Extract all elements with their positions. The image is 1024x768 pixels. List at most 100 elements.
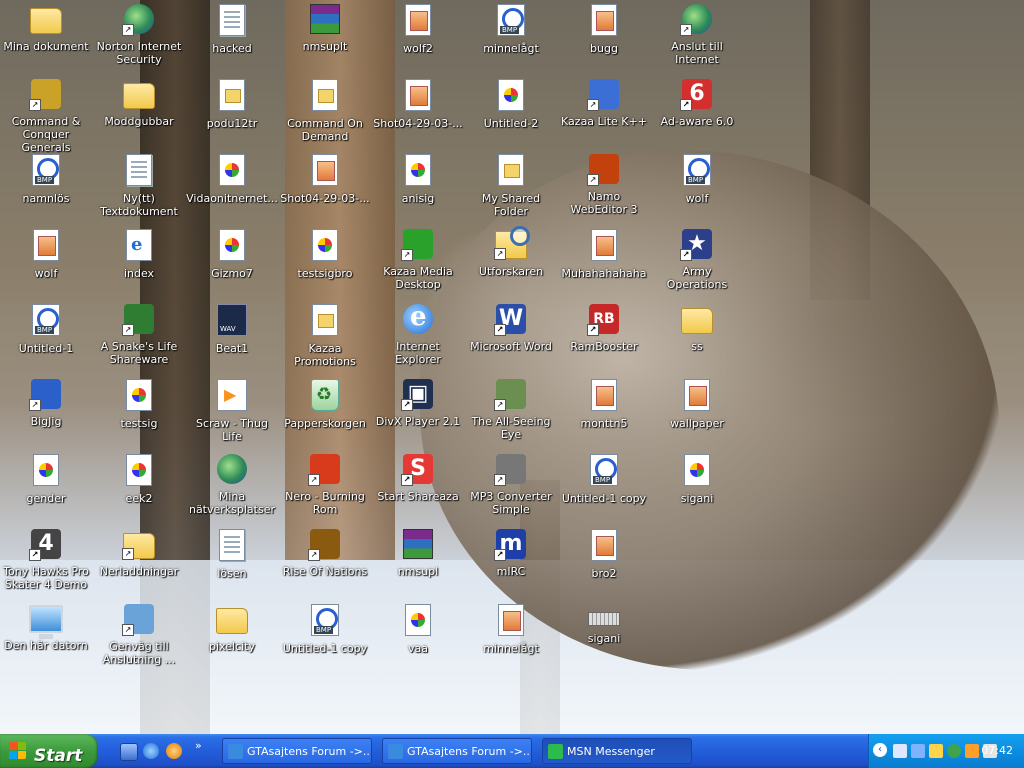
desktop-icon[interactable]: 4 ↗ Tony Hawks Pro Skater 4 Demo	[0, 527, 92, 599]
desktop-icon[interactable]: Vidaonitnernet...	[186, 152, 278, 224]
jpg-image-icon	[405, 79, 431, 111]
desktop-icon[interactable]: wolf	[651, 152, 743, 224]
quick-launch-chevron-icon[interactable]: »	[195, 739, 202, 752]
desktop-icon[interactable]: Papperskorgen	[279, 377, 371, 449]
desktop-icon[interactable]: monttn5	[558, 377, 650, 449]
desktop-icon[interactable]: Den här datorn	[0, 602, 92, 674]
desktop-icon[interactable]: ↗ Kazaa Lite K++	[558, 77, 650, 149]
desktop-icon[interactable]: Untitled-2	[465, 77, 557, 149]
taskbar-button[interactable]: GTAsajtens Forum ->...	[222, 738, 372, 764]
desktop-icon[interactable]: Ny(tt) Textdokument	[93, 152, 185, 224]
shortcut-arrow-icon: ↗	[587, 324, 599, 336]
desktop-icon[interactable]: podu12tr	[186, 77, 278, 149]
desktop-icon[interactable]: wolf	[0, 227, 92, 299]
desktop-icon[interactable]: bro2	[558, 527, 650, 599]
desktop-icon[interactable]: namnlös	[0, 152, 92, 224]
desktop-icon[interactable]: bugg	[558, 2, 650, 74]
shortcut-arrow-icon: ↗	[494, 248, 506, 260]
clock[interactable]: 07:42	[981, 744, 1013, 757]
desktop-icon[interactable]: testsig	[93, 377, 185, 449]
desktop-icon[interactable]: nmsupl	[372, 527, 464, 599]
desktop-icon[interactable]: Moddgubbar	[93, 77, 185, 149]
desktop-icon[interactable]: ↗ A Snake's Life Shareware	[93, 302, 185, 374]
bmp-file-icon	[497, 4, 525, 36]
desktop-icon[interactable]: Kazaa Promotions	[279, 302, 371, 374]
desktop-icon[interactable]: RB ↗ RamBooster	[558, 302, 650, 374]
divx-player-icon: ▣ ↗	[401, 379, 433, 411]
desktop-icon[interactable]: lösen	[186, 527, 278, 599]
desktop-icon[interactable]: 6 ↗ Ad-aware 6.0	[651, 77, 743, 149]
desktop-icon[interactable]: Command On Demand	[279, 77, 371, 149]
desktop-icon[interactable]: wolf2	[372, 2, 464, 74]
start-button[interactable]: Start	[0, 734, 98, 768]
desktop-icon[interactable]: Untitled-1	[0, 302, 92, 374]
desktop-icon[interactable]: ↗ MP3 Converter Simple	[465, 452, 557, 524]
volume-icon[interactable]	[893, 744, 907, 758]
desktop-icon[interactable]: testsigbro	[279, 227, 371, 299]
desktop-icon[interactable]: sigani	[651, 452, 743, 524]
shortcut-arrow-icon: ↗	[680, 249, 692, 261]
desktop-icon[interactable]: Internet Explorer	[372, 302, 464, 374]
desktop-icon[interactable]: Untitled-1 copy	[558, 452, 650, 524]
show-desktop-icon[interactable]	[120, 743, 138, 761]
windows-media-icon[interactable]	[166, 743, 182, 759]
taskbar-button[interactable]: MSN Messenger	[542, 738, 692, 764]
desktop-icon[interactable]: m ↗ mIRC	[465, 527, 557, 599]
desktop-icon-label: ss	[691, 340, 703, 353]
messenger-icon[interactable]	[929, 744, 943, 758]
desktop-icon[interactable]: S ↗ Start Shareaza	[372, 452, 464, 524]
desktop-icon[interactable]: Shot04-29-03-...	[279, 152, 371, 224]
taskbar-button[interactable]: GTAsajtens Forum ->...	[382, 738, 532, 764]
desktop-icon[interactable]: ↗ Norton Internet Security	[93, 2, 185, 74]
shortcut-arrow-icon: ↗	[401, 474, 413, 486]
desktop-icon[interactable]: Mina nätverksplatser	[186, 452, 278, 524]
desktop-icon[interactable]: ↗ The All-Seeing Eye	[465, 377, 557, 449]
desktop-icon[interactable]: sigani	[558, 602, 650, 674]
desktop-icon[interactable]: W ↗ Microsoft Word	[465, 302, 557, 374]
desktop-icon[interactable]: Scraw - Thug Life	[186, 377, 278, 449]
desktop-icon[interactable]: hacked	[186, 2, 278, 74]
desktop-icon-label: Muhahahahaha	[561, 267, 647, 280]
desktop-icon[interactable]: ↗ BigJig	[0, 377, 92, 449]
desktop-icon[interactable]: ★ ↗ Army Operations	[651, 227, 743, 299]
desktop-icon[interactable]: Muhahahahaha	[558, 227, 650, 299]
desktop-icon[interactable]: ↗ Utforskaren	[465, 226, 557, 299]
desktop-icon[interactable]: ss	[651, 302, 743, 374]
internet-explorer-icon[interactable]	[143, 743, 159, 759]
desktop-icon-label: Scraw - Thug Life	[196, 417, 268, 443]
desktop-icon[interactable]: ↗ Rise Of Nations	[279, 527, 371, 599]
desktop-icon[interactable]: ↗ Command & Conquer Generals	[0, 77, 92, 154]
desktop-icon[interactable]: Shot04-29-03-...	[372, 77, 464, 149]
desktop-icon[interactable]: index	[93, 227, 185, 299]
kazaa-tray-icon[interactable]	[965, 744, 979, 758]
desktop-icon[interactable]: ↗ Kazaa Media Desktop	[372, 227, 464, 299]
desktop-icon[interactable]: gender	[0, 452, 92, 524]
desktop-icon[interactable]: minnelågt	[465, 602, 557, 674]
desktop-icon[interactable]: wallpaper	[651, 377, 743, 449]
network-icon[interactable]	[911, 744, 925, 758]
desktop-icon[interactable]: anisig	[372, 152, 464, 224]
norton-icon[interactable]	[947, 744, 961, 758]
taskbar-button-label: MSN Messenger	[567, 745, 655, 758]
desktop-icon[interactable]: ↗ Namo WebEditor 3	[558, 152, 650, 224]
desktop-icon[interactable]: ↗ Nerladdningar	[93, 527, 185, 599]
desktop-icon[interactable]: ↗ Anslut till Internet	[651, 2, 743, 74]
desktop-icon[interactable]: Mina dokument	[0, 2, 92, 74]
desktop-icon[interactable]: minnelågt	[465, 2, 557, 74]
desktop-icon-label: Untitled-1 copy	[561, 492, 647, 505]
desktop-icon[interactable]: Untitled-1 copy	[279, 602, 371, 674]
desktop-icon[interactable]: ▣ ↗ DivX Player 2.1	[372, 377, 464, 449]
desktop-icon[interactable]: ↗ Nero - Burning Rom	[279, 452, 371, 524]
desktop-icon[interactable]: vaa	[372, 602, 464, 674]
desktop-icon[interactable]: My Shared Folder	[465, 152, 557, 224]
desktop-icon[interactable]: Beat1	[186, 302, 278, 374]
show-hidden-icons-icon[interactable]: ‹	[873, 743, 887, 757]
desktop-icon[interactable]: ↗ Genväg till Anslutning ...	[93, 602, 185, 674]
desktop-icon[interactable]: eek2	[93, 452, 185, 524]
desktop-icon[interactable]: Gizmo7	[186, 227, 278, 299]
desktop-icon[interactable]: nmsuplt	[279, 2, 371, 74]
desktop-wallpaper: Mina dokument ↗ Command & Conquer Generals…	[0, 0, 1024, 734]
media-file-icon	[217, 379, 247, 411]
desktop-icon[interactable]: pixelcity	[186, 602, 278, 674]
html-file-icon	[126, 229, 152, 261]
